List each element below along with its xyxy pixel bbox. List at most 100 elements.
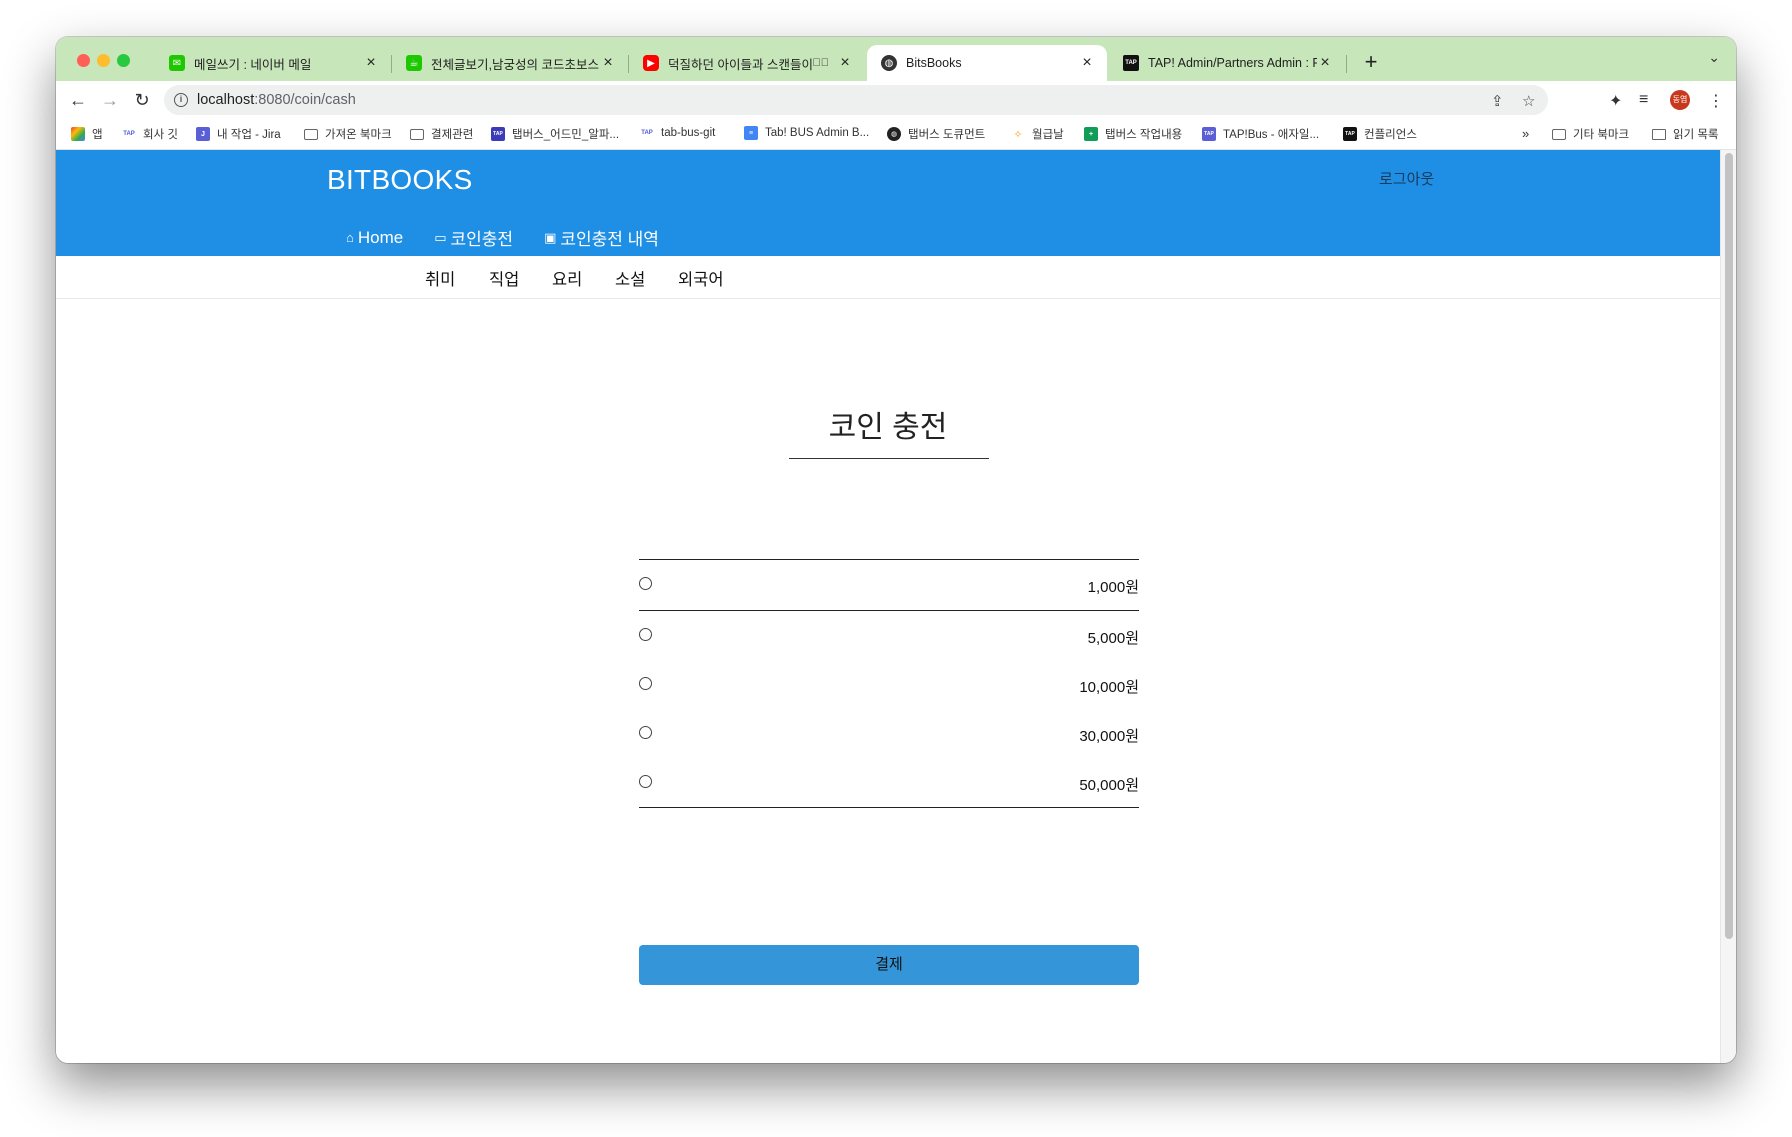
- forward-arrow-icon[interactable]: →: [97, 87, 123, 113]
- fullscreen-window-button[interactable]: [117, 54, 130, 67]
- google-sheets-icon: +: [1084, 127, 1098, 141]
- overflow-chevron-icon: »: [1522, 126, 1530, 141]
- bookmark-item[interactable]: + 탭버스 작업내용: [1084, 126, 1182, 142]
- category-job[interactable]: 직업: [489, 266, 519, 290]
- amount-radio[interactable]: [639, 628, 652, 641]
- bookmark-label: TAP!Bus - 애자일...: [1223, 129, 1320, 141]
- new-tab-button[interactable]: +: [1356, 47, 1386, 77]
- amount-option[interactable]: 5,000원: [639, 611, 1139, 660]
- nav-label: 코인충전: [450, 230, 514, 249]
- url-host: localhost: [197, 92, 255, 108]
- browser-tab[interactable]: TAP TAP! Admin/Partners Admin : P ×: [1109, 45, 1345, 81]
- media-control-icon[interactable]: ≡: [1639, 91, 1648, 109]
- close-window-button[interactable]: [77, 54, 90, 67]
- profile-avatar[interactable]: 동엽: [1670, 90, 1690, 110]
- nav-label: Home: [357, 227, 404, 247]
- bookmark-label: 앱: [92, 129, 103, 141]
- reload-icon[interactable]: ↻: [129, 87, 155, 113]
- nav-label: 코인충전 내역: [560, 230, 659, 249]
- browser-tab[interactable]: ▶ 덕질하던 아이들과 스캔들이 난 ○ ◀ﾞ ×: [629, 45, 865, 81]
- close-tab-icon[interactable]: ×: [1317, 54, 1333, 72]
- url-text[interactable]: localhost:8080/coin/cash: [197, 92, 356, 108]
- site-info-icon[interactable]: i: [174, 93, 188, 107]
- pay-button[interactable]: 결제: [639, 945, 1139, 985]
- amount-radio[interactable]: [639, 775, 652, 788]
- share-icon[interactable]: ⇪: [1491, 92, 1504, 110]
- bookmark-item[interactable]: ≡ Tab! BUS Admin B...: [744, 126, 869, 140]
- bookmark-folder[interactable]: 가져온 북마크: [304, 126, 392, 142]
- reading-list-button[interactable]: 읽기 목록: [1652, 126, 1719, 142]
- close-tab-icon[interactable]: ×: [600, 54, 616, 72]
- nav-coin-charge[interactable]: ▭ 코인충전: [434, 225, 513, 250]
- amount-option[interactable]: 30,000원: [639, 709, 1139, 758]
- category-hobby[interactable]: 취미: [425, 266, 455, 290]
- bookmark-star-icon[interactable]: ☆: [1522, 92, 1535, 110]
- other-bookmarks-folder[interactable]: 기타 북마크: [1552, 126, 1629, 142]
- brand-logo[interactable]: BITBOOKS: [327, 164, 473, 196]
- scrollbar-thumb[interactable]: [1725, 153, 1733, 939]
- amount-radio[interactable]: [639, 677, 652, 690]
- page-scrollbar[interactable]: [1720, 150, 1736, 1063]
- close-tab-icon[interactable]: ×: [837, 54, 853, 72]
- close-tab-icon[interactable]: ×: [363, 54, 379, 72]
- bookmark-item[interactable]: TAP 탭버스_어드민_알파...: [491, 126, 619, 142]
- tab-title: 메일쓰기 : 네이버 메일: [194, 57, 312, 72]
- bookmark-label: tab-bus-git: [661, 127, 716, 139]
- bookmark-item[interactable]: TAP TAP!Bus - 애자일...: [1202, 126, 1319, 142]
- tab-title: 전체글보기,남궁성의 코드초보스터디: [431, 57, 600, 72]
- site-header: BITBOOKS 로그아웃 ⌂ Home ▭ 코인충전 ▣ 코인충전 내역: [56, 150, 1720, 256]
- bookmark-item[interactable]: TAP 컨플리언스: [1343, 126, 1417, 142]
- naver-cafe-icon: ☕: [406, 55, 422, 71]
- globe-icon: ◍: [887, 127, 901, 141]
- home-icon: ⌂: [346, 230, 354, 245]
- tap-icon: TAP: [1123, 55, 1139, 71]
- bookmark-item[interactable]: ◍ 탭버스 도큐먼트: [887, 126, 985, 142]
- category-cooking[interactable]: 요리: [552, 266, 582, 290]
- card-icon: ▭: [434, 229, 447, 245]
- url-path: :8080/coin/cash: [254, 92, 356, 108]
- bookmark-label: 컨플리언스: [1364, 129, 1417, 141]
- browser-tab-active[interactable]: ◍ BitsBooks ×: [867, 45, 1107, 81]
- bookmark-item[interactable]: TAP tab-bus-git: [640, 126, 715, 140]
- bookmark-label: 읽기 목록: [1673, 129, 1719, 141]
- browser-tab[interactable]: ✉ 메일쓰기 : 네이버 메일 ×: [155, 45, 391, 81]
- bookmarks-overflow-button[interactable]: »: [1522, 126, 1529, 141]
- amount-option[interactable]: 10,000원: [639, 660, 1139, 709]
- bookmark-item[interactable]: J 내 작업 - Jira: [196, 126, 281, 142]
- nav-home[interactable]: ⌂ Home: [346, 228, 403, 248]
- bookmark-label: 탭버스 도큐먼트: [908, 129, 986, 141]
- tab-title: BitsBooks: [906, 56, 962, 70]
- browser-tab[interactable]: ☕ 전체글보기,남궁성의 코드초보스터디 ×: [392, 45, 628, 81]
- logout-link[interactable]: 로그아웃: [1379, 168, 1434, 189]
- category-novel[interactable]: 소설: [615, 266, 645, 290]
- kebab-menu-icon[interactable]: ⋮: [1708, 91, 1724, 111]
- bookmark-item[interactable]: ✧ 월급날: [1011, 126, 1064, 142]
- tab-search-chevron-icon[interactable]: ⌄: [1708, 49, 1720, 66]
- amount-label: 5,000원: [1087, 630, 1139, 647]
- tap-logo-icon: TAP: [640, 126, 654, 140]
- bookmark-label: 결제관련: [431, 129, 474, 141]
- amount-option[interactable]: 50,000원: [639, 758, 1139, 807]
- naver-mail-icon: ✉: [169, 55, 185, 71]
- amount-radio[interactable]: [639, 726, 652, 739]
- page-title: 코인 충전: [828, 411, 948, 444]
- amount-option[interactable]: 1,000원: [639, 560, 1139, 611]
- bookmark-item[interactable]: TAP 회사 깃: [122, 126, 178, 142]
- address-bar[interactable]: i localhost:8080/coin/cash ⇪ ☆: [164, 85, 1548, 115]
- category-bar: 취미 직업 요리 소설 외국어: [56, 256, 1720, 299]
- title-underline: [789, 458, 989, 459]
- tab-title: 덕질하던 아이들과 스캔들이 난 ○: [668, 57, 813, 72]
- back-arrow-icon[interactable]: ←: [65, 87, 91, 113]
- amount-label: 10,000원: [1079, 679, 1139, 696]
- bookmark-folder[interactable]: 결제관련: [410, 126, 473, 142]
- minimize-window-button[interactable]: [97, 54, 110, 67]
- tab-strip: ✉ 메일쓰기 : 네이버 메일 × ☕ 전체글보기,남궁성의 코드초보스터디 ×…: [56, 37, 1736, 81]
- amount-radio[interactable]: [639, 577, 652, 590]
- bookmark-apps[interactable]: 앱: [71, 126, 103, 142]
- extensions-puzzle-icon[interactable]: ✦: [1609, 91, 1622, 111]
- nav-coin-history[interactable]: ▣ 코인충전 내역: [544, 225, 659, 250]
- category-foreign-language[interactable]: 외국어: [678, 266, 724, 290]
- close-tab-icon[interactable]: ×: [1079, 54, 1095, 72]
- jira-icon: J: [196, 127, 210, 141]
- speaker-mute-icon[interactable]: ◀ﾞ: [813, 57, 830, 69]
